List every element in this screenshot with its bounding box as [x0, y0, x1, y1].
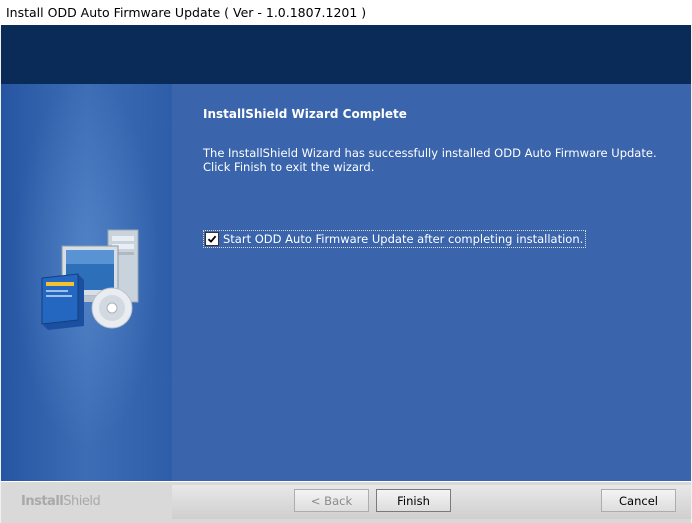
- completion-description: The InstallShield Wizard has successfull…: [203, 146, 657, 174]
- brand-bold: Install: [21, 494, 64, 509]
- back-button[interactable]: < Back: [294, 489, 369, 512]
- checkmark-icon: [207, 235, 217, 243]
- header-band: [1, 25, 691, 84]
- launch-app-checkbox-row[interactable]: Start ODD Auto Firmware Update after com…: [203, 230, 587, 248]
- window-title: Install ODD Auto Firmware Update ( Ver -…: [6, 5, 367, 20]
- page-heading: InstallShield Wizard Complete: [203, 107, 407, 121]
- cancel-button[interactable]: Cancel: [601, 489, 676, 512]
- title-bar[interactable]: Install ODD Auto Firmware Update ( Ver -…: [0, 0, 692, 25]
- launch-app-checkbox[interactable]: [205, 232, 219, 246]
- content-panel: [172, 84, 691, 481]
- installshield-logo: InstallShield: [21, 494, 101, 509]
- installer-window: Install ODD Auto Firmware Update ( Ver -…: [0, 0, 692, 523]
- brand-light: Shield: [63, 494, 101, 509]
- finish-button[interactable]: Finish: [376, 489, 451, 512]
- computer-cd-install-icon: [41, 229, 139, 330]
- launch-app-checkbox-label[interactable]: Start ODD Auto Firmware Update after com…: [223, 232, 583, 246]
